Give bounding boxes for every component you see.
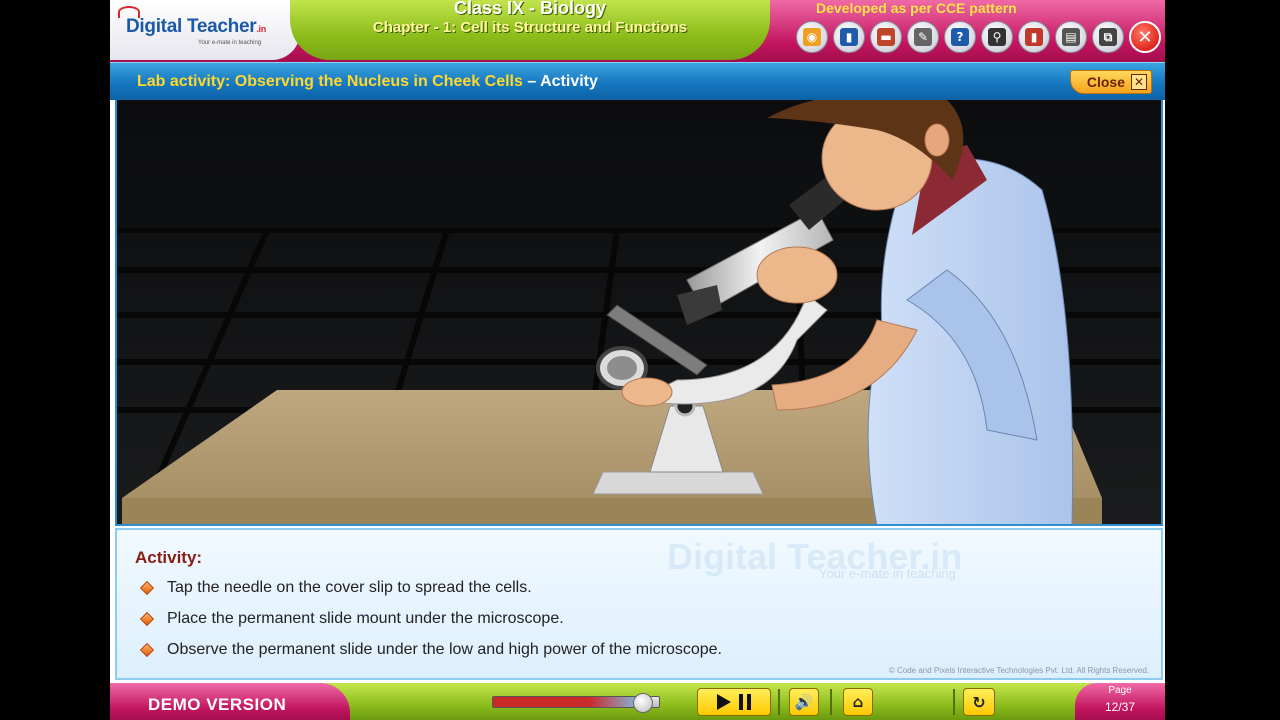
title-box: Class IX - Biology Chapter - 1: Cell its…	[290, 0, 770, 60]
exit-button[interactable]: ✕	[1129, 21, 1161, 53]
divider	[778, 689, 780, 715]
help-icon: ?	[951, 28, 969, 46]
book-button[interactable]: ▮	[833, 21, 865, 53]
page-indicator: Page 12/37	[1075, 683, 1165, 720]
progress-handle[interactable]	[633, 693, 654, 713]
step-item: Place the permanent slide mount under th…	[139, 603, 722, 634]
header: Digital Teacher.in Your e-mate in teachi…	[110, 0, 1165, 62]
toolbar: ◉ ▮ ▬ ✎? ⚲ ▮ ▤ ⧉ ✕	[796, 21, 1161, 53]
activity-bar: Lab activity: Observing the Nucleus in C…	[110, 62, 1165, 100]
activity-suffix: Activity	[540, 73, 598, 90]
cce-note: Developed as per CCE pattern	[816, 0, 1017, 16]
logo-text-2: Teacher	[186, 16, 257, 37]
demo-badge: DEMO VERSION	[110, 683, 350, 720]
notepad-button[interactable]: ✎	[907, 21, 939, 53]
animation-scene	[115, 100, 1163, 526]
close-button[interactable]: Close ✕	[1070, 70, 1152, 94]
close-icon: ✕	[1131, 74, 1147, 90]
activity-title: Lab activity: Observing the Nucleus in C…	[137, 73, 598, 91]
dictionary-icon: ▮	[1025, 28, 1043, 46]
notebook-icon: ▬	[877, 28, 895, 46]
print-icon: ▤	[1062, 28, 1080, 46]
logo-text-1: Digital	[126, 16, 182, 37]
activity-name: Lab activity: Observing the Nucleus in C…	[137, 73, 523, 90]
watermark-tagline: Your e-mate in teaching	[819, 566, 956, 581]
step-text: Observe the permanent slide under the lo…	[167, 640, 722, 658]
logo-suffix: .in	[256, 24, 266, 34]
chapter-title: Chapter - 1: Cell its Structure and Func…	[372, 19, 688, 36]
notepad-icon: ✎	[914, 28, 932, 46]
window-icon: ⧉	[1099, 28, 1117, 46]
search-icon: ⚲	[988, 28, 1006, 46]
volume-icon: 🔊	[794, 693, 814, 711]
close-label: Close	[1086, 74, 1125, 90]
page-number: 12/37	[1104, 700, 1136, 714]
notebook-button[interactable]: ▬	[870, 21, 902, 53]
logo-tagline: Your e-mate in teaching	[198, 40, 262, 46]
divider	[953, 689, 955, 715]
media-icon: ◉	[803, 28, 821, 46]
course-title: Class IX - Biology	[453, 0, 607, 18]
exit-icon: ✕	[1137, 26, 1153, 48]
book-icon: ▮	[840, 28, 858, 46]
pause-icon	[739, 694, 751, 710]
diamond-bullet-icon	[139, 580, 155, 595]
app-window: Digital Teacher.in Your e-mate in teachi…	[110, 0, 1165, 720]
demo-label: DEMO VERSION	[148, 695, 287, 714]
step-item: Tap the needle on the cover slip to spre…	[139, 572, 722, 603]
student-hand-right	[756, 246, 838, 304]
play-icon	[717, 694, 731, 710]
microscope-base	[592, 471, 764, 495]
home-icon: ⌂	[852, 693, 864, 711]
volume-button[interactable]: 🔊	[789, 688, 819, 716]
page-label: Page	[1108, 685, 1132, 696]
activity-dash: –	[522, 73, 541, 90]
replay-button[interactable]: ↻	[963, 688, 995, 716]
step-text: Place the permanent slide mount under th…	[167, 609, 564, 627]
diamond-bullet-icon	[139, 611, 155, 626]
help-button[interactable]: ?	[944, 21, 976, 53]
player-bar: DEMO VERSION 🔊 ⌂ ↻ Page 12/37	[110, 683, 1165, 720]
step-text: Tap the needle on the cover slip to spre…	[167, 578, 532, 596]
logo: Digital Teacher.in Your e-mate in teachi…	[110, 0, 300, 60]
panel-title: Activity:	[135, 548, 203, 567]
home-button[interactable]: ⌂	[843, 688, 873, 716]
student-hand-left	[621, 377, 673, 407]
step-item: Observe the permanent slide under the lo…	[139, 634, 722, 665]
divider	[830, 689, 832, 715]
replay-icon: ↻	[972, 692, 986, 712]
search-button[interactable]: ⚲	[981, 21, 1013, 53]
dictionary-button[interactable]: ▮	[1018, 21, 1050, 53]
diamond-bullet-icon	[139, 642, 155, 657]
window-button[interactable]: ⧉	[1092, 21, 1124, 53]
print-button[interactable]: ▤	[1055, 21, 1087, 53]
step-list: Tap the needle on the cover slip to spre…	[139, 572, 722, 665]
media-button[interactable]: ◉	[796, 21, 828, 53]
lab-illustration	[117, 100, 1161, 524]
progress-fill	[493, 697, 643, 707]
play-pause-button[interactable]	[697, 688, 771, 716]
copyright: © Code and Pixels Interactive Technologi…	[888, 666, 1149, 675]
instruction-panel: Digital Teacher.in Your e-mate in teachi…	[115, 528, 1163, 680]
